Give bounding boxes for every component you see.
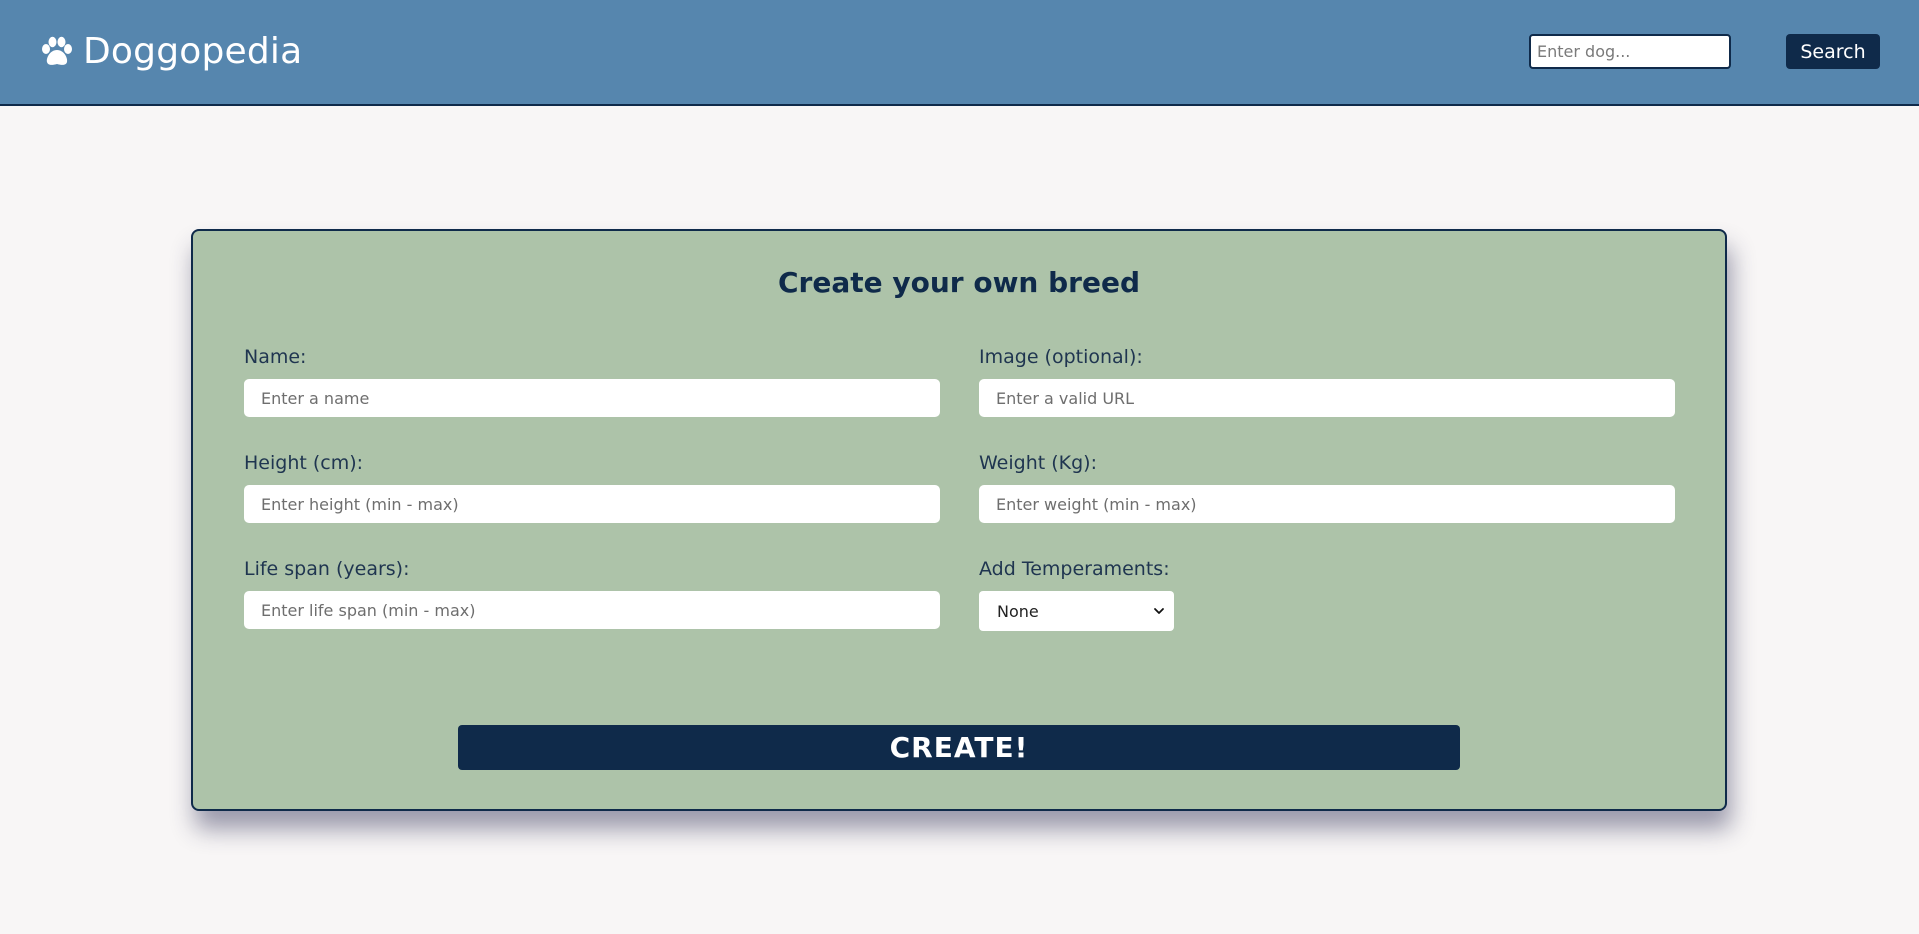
search-input[interactable] bbox=[1529, 34, 1731, 69]
temperaments-label: Add Temperaments: bbox=[979, 558, 1170, 580]
image-label: Image (optional): bbox=[979, 346, 1143, 368]
brand-name: Doggopedia bbox=[83, 31, 303, 72]
temperaments-selected-value: None bbox=[997, 601, 1039, 621]
create-breed-form: Create your own breed Name: Image (optio… bbox=[191, 229, 1727, 811]
weight-label: Weight (Kg): bbox=[979, 452, 1097, 474]
name-input[interactable] bbox=[244, 379, 940, 417]
form-title: Create your own breed bbox=[777, 266, 1140, 299]
image-url-input[interactable] bbox=[979, 379, 1675, 417]
chevron-down-icon bbox=[1154, 608, 1164, 614]
name-label: Name: bbox=[244, 346, 307, 368]
navbar: Doggopedia Search bbox=[0, 0, 1919, 106]
paw-icon bbox=[42, 36, 72, 65]
life-span-input[interactable] bbox=[244, 591, 940, 629]
life-span-label: Life span (years): bbox=[244, 558, 410, 580]
weight-input[interactable] bbox=[979, 485, 1675, 523]
height-input[interactable] bbox=[244, 485, 940, 523]
brand[interactable]: Doggopedia bbox=[39, 30, 302, 74]
temperaments-select[interactable]: None bbox=[979, 591, 1174, 631]
height-label: Height (cm): bbox=[244, 452, 364, 474]
create-button[interactable]: CREATE! bbox=[458, 725, 1460, 770]
search-button[interactable]: Search bbox=[1786, 34, 1880, 69]
